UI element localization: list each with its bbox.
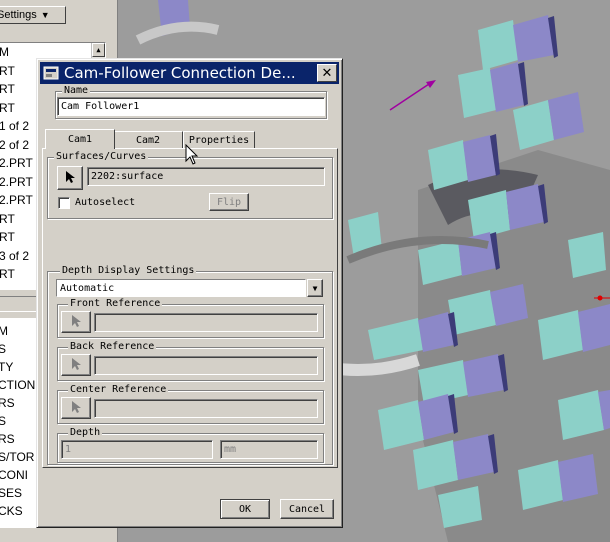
select-arrow-icon: [70, 400, 82, 417]
autoselect-checkbox[interactable]: [58, 197, 70, 209]
depth-input[interactable]: 1: [61, 440, 213, 459]
center-reference-field[interactable]: [94, 399, 318, 418]
dropdown-arrow-icon: ▼: [40, 10, 50, 20]
back-reference-select-button[interactable]: [61, 354, 91, 376]
back-reference-field[interactable]: [94, 356, 318, 375]
app-icon: [43, 65, 59, 81]
dialog-title: Cam-Follower Connection De...: [64, 64, 296, 82]
cam-follower-dialog: Cam-Follower Connection De... ✕ Name Cam…: [36, 58, 343, 528]
tab-cam2[interactable]: Cam2: [113, 131, 183, 149]
select-arrow-icon: [70, 314, 82, 331]
dropdown-arrow-icon[interactable]: ▼: [307, 279, 323, 297]
depth-display-label: Depth Display Settings: [60, 265, 197, 277]
surface-select-button[interactable]: [57, 166, 83, 190]
depth-unit-field[interactable]: mm: [220, 440, 318, 459]
mouse-cursor-icon: [185, 143, 199, 169]
select-arrow-icon: [64, 170, 76, 187]
settings-label: Settings: [0, 9, 37, 21]
surface-field[interactable]: 2202:surface: [87, 167, 325, 186]
back-reference-label: Back Reference: [68, 341, 157, 353]
surfaces-label: Surfaces/Curves: [54, 151, 149, 163]
settings-dropdown-button[interactable]: Settings ▼: [0, 6, 66, 24]
ok-button[interactable]: OK: [220, 499, 270, 519]
depth-label: Depth: [68, 427, 103, 439]
front-reference-select-button[interactable]: [61, 311, 91, 333]
front-reference-label: Front Reference: [68, 298, 163, 310]
name-label: Name: [62, 85, 91, 97]
depth-display-select[interactable]: Automatic: [56, 279, 306, 297]
scroll-up-icon[interactable]: ▲: [92, 43, 105, 57]
select-arrow-icon: [70, 357, 82, 374]
center-reference-label: Center Reference: [68, 384, 169, 396]
close-icon[interactable]: ✕: [317, 64, 337, 82]
dialog-titlebar[interactable]: Cam-Follower Connection De... ✕: [40, 62, 339, 84]
autoselect-label[interactable]: Autoselect: [75, 196, 135, 210]
cancel-button[interactable]: Cancel: [280, 499, 334, 519]
flip-button[interactable]: Flip: [209, 193, 249, 211]
front-reference-field[interactable]: [94, 313, 318, 332]
name-input[interactable]: Cam Follower1: [57, 97, 325, 116]
center-reference-select-button[interactable]: [61, 397, 91, 419]
tab-cam1[interactable]: Cam1: [45, 129, 115, 149]
